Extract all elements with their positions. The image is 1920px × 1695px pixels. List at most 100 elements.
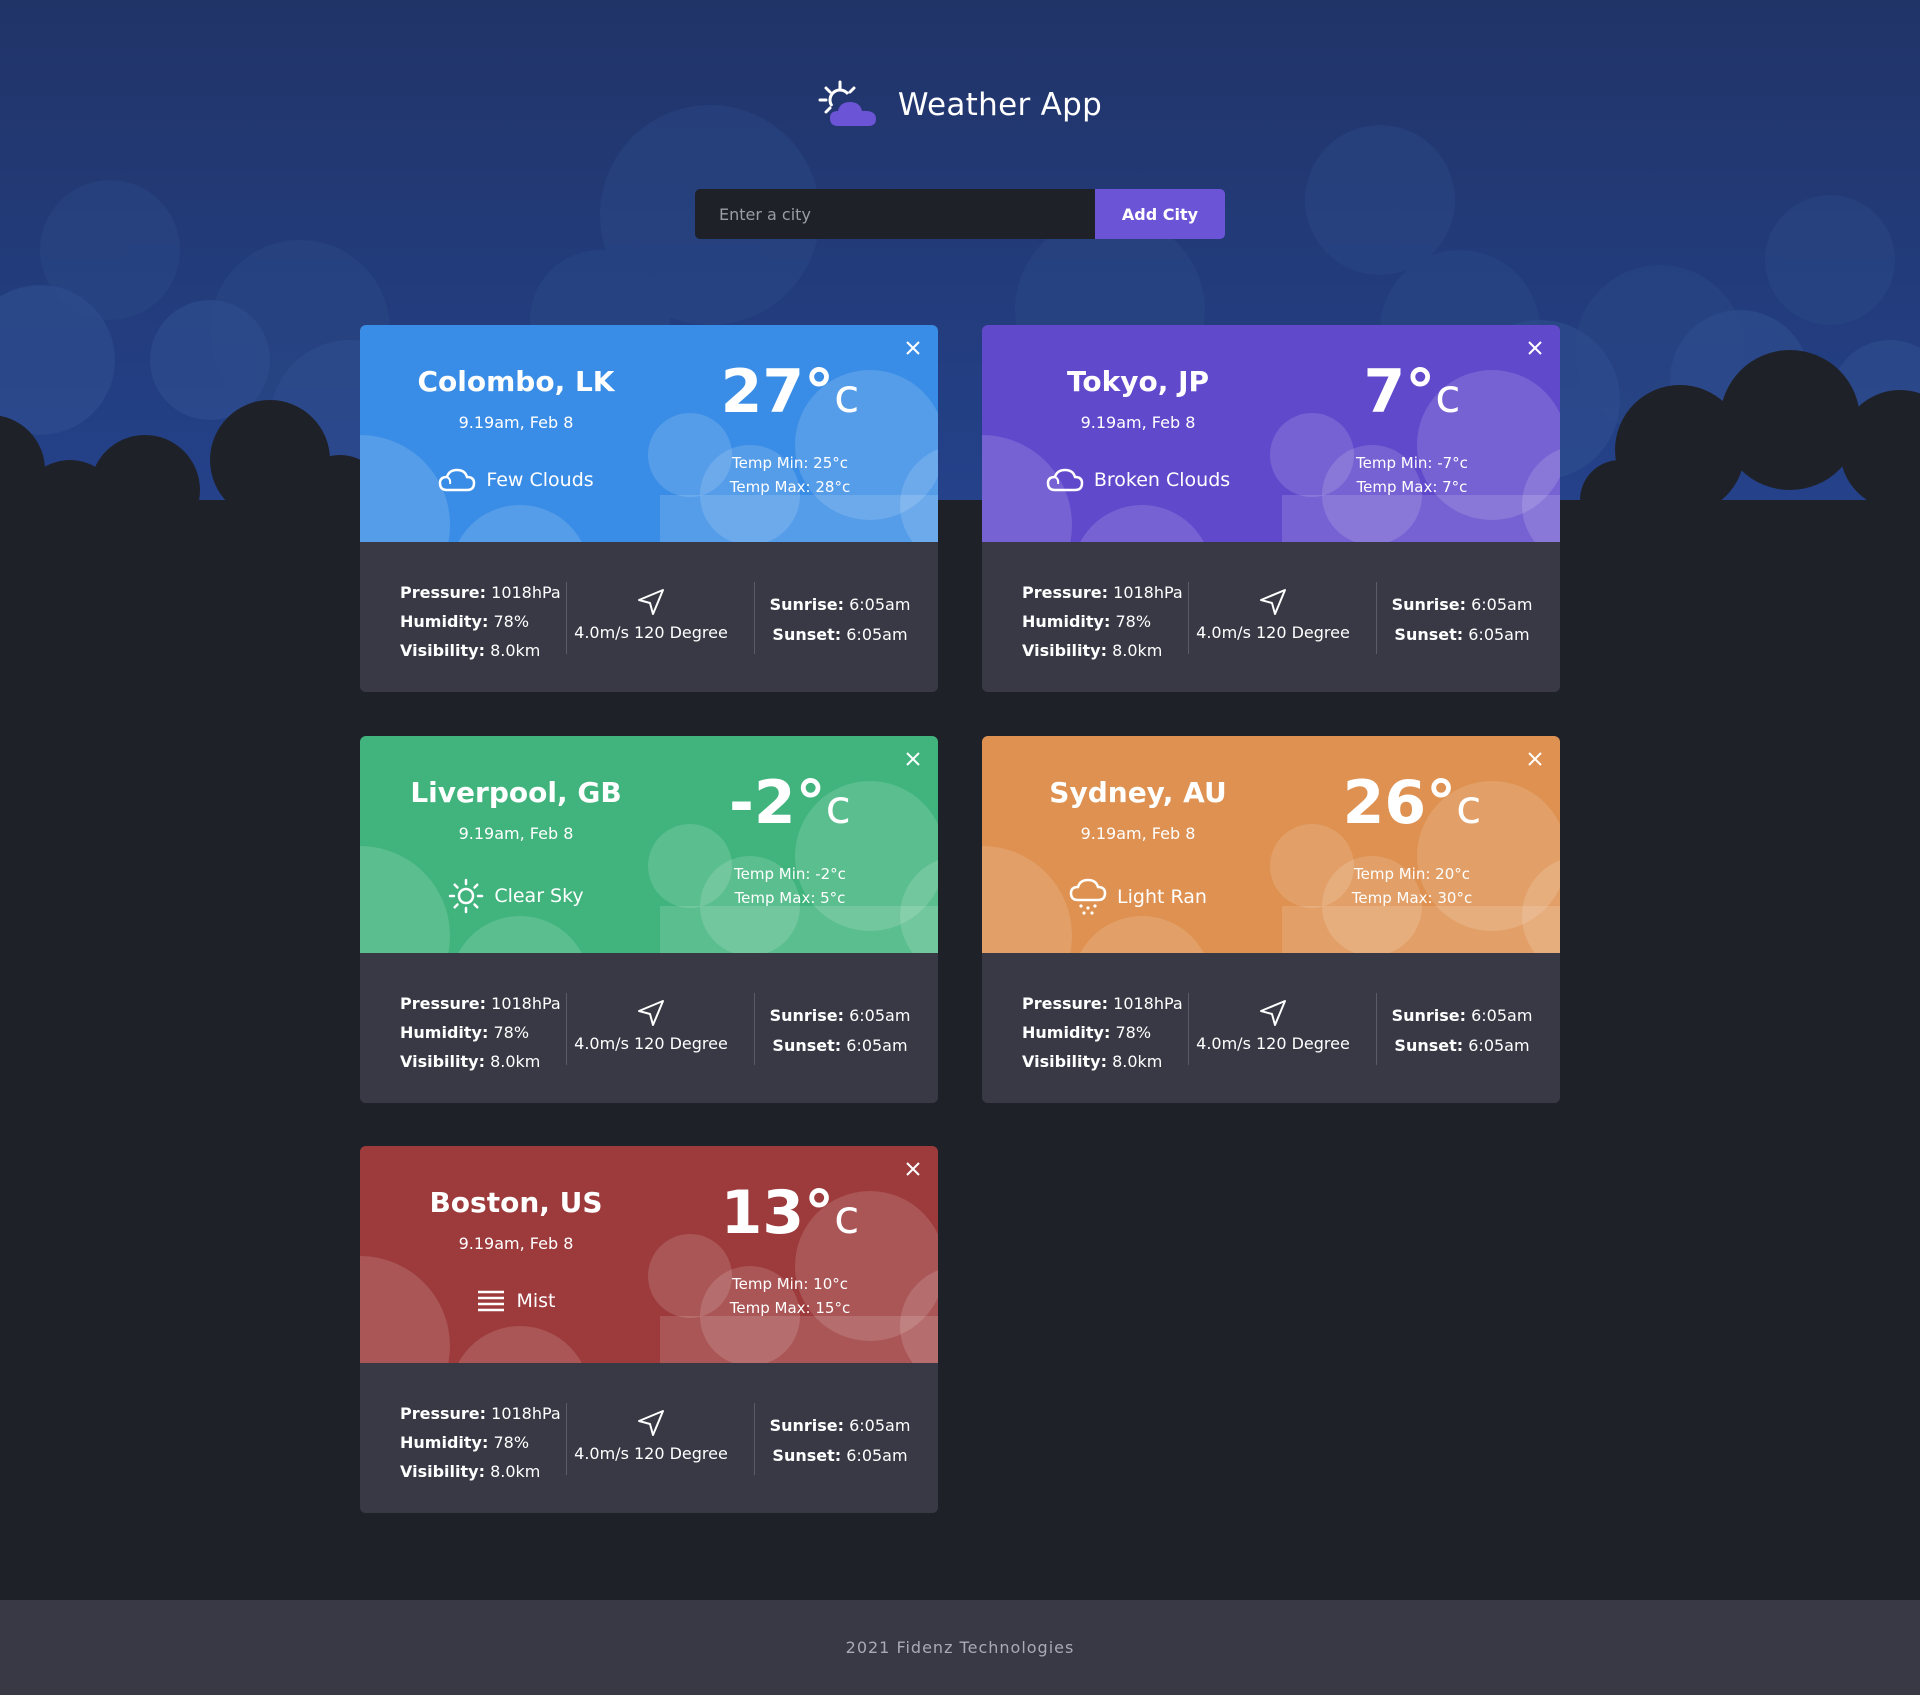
- sun-times: Sunrise: 6:05am Sunset: 6:05am: [1382, 1001, 1542, 1061]
- close-icon[interactable]: [902, 748, 924, 770]
- close-icon[interactable]: [1524, 748, 1546, 770]
- condition-label: Clear Sky: [494, 885, 584, 907]
- app-title: Weather App: [897, 87, 1103, 123]
- temperature-value: -2°: [729, 768, 826, 838]
- temperature-unit: c: [825, 780, 851, 834]
- city-datetime: 9.19am, Feb 8: [1080, 824, 1196, 843]
- city-datetime: 9.19am, Feb 8: [458, 824, 574, 843]
- divider: [754, 582, 755, 654]
- city-weather-card: Liverpool, GB 9.19am, Feb 8 Clear Sky -2…: [360, 736, 938, 1103]
- close-icon[interactable]: [902, 337, 924, 359]
- sunrise: Sunrise: 6:05am: [1391, 595, 1533, 614]
- card-details: Pressure: 1018hPa Humidity: 78% Visibili…: [360, 542, 938, 692]
- city-search-input[interactable]: [695, 189, 1095, 239]
- sun-times: Sunrise: 6:05am Sunset: 6:05am: [1382, 590, 1542, 650]
- humidity: Humidity: 78%: [400, 612, 530, 631]
- card-header: Colombo, LK 9.19am, Feb 8 Few Clouds 27°…: [360, 325, 938, 542]
- current-temperature: 7°c: [1302, 359, 1522, 425]
- city-name: Liverpool, GB: [410, 776, 622, 809]
- city-weather-card: Colombo, LK 9.19am, Feb 8 Few Clouds 27°…: [360, 325, 938, 692]
- sunset: Sunset: 6:05am: [1394, 1036, 1530, 1055]
- city-name: Sydney, AU: [1049, 776, 1227, 809]
- app-header: Weather App: [0, 80, 1920, 130]
- pressure: Pressure: 1018hPa: [1022, 994, 1183, 1013]
- weather-condition: Mist: [360, 1288, 672, 1314]
- humidity: Humidity: 78%: [400, 1023, 530, 1042]
- divider: [754, 993, 755, 1065]
- sunrise: Sunrise: 6:05am: [769, 1416, 911, 1435]
- wind-speed-direction: 4.0m/s 120 Degree: [1196, 1034, 1350, 1053]
- sun-times: Sunrise: 6:05am Sunset: 6:05am: [760, 1001, 920, 1061]
- temperature-range: Temp Min: -2°c Temp Max: 5°c: [680, 862, 900, 910]
- temperature-value: 26°: [1342, 768, 1457, 838]
- navigation-arrow-icon: [1260, 1000, 1286, 1026]
- page: Weather App Add City: [0, 0, 1920, 1695]
- card-header: Sydney, AU 9.19am, Feb 8 Light Ran 26°c …: [982, 736, 1560, 953]
- divider: [1376, 993, 1377, 1065]
- card-details: Pressure: 1018hPa Humidity: 78% Visibili…: [360, 953, 938, 1103]
- card-details: Pressure: 1018hPa Humidity: 78% Visibili…: [982, 542, 1560, 692]
- condition-label: Mist: [516, 1290, 556, 1312]
- cloud-icon: [1046, 467, 1084, 493]
- divider: [754, 1403, 755, 1475]
- sunrise: Sunrise: 6:05am: [769, 1006, 911, 1025]
- cloud-icon: [438, 467, 476, 493]
- sunset: Sunset: 6:05am: [772, 625, 908, 644]
- close-icon[interactable]: [902, 1158, 924, 1180]
- wind-speed-direction: 4.0m/s 120 Degree: [574, 1444, 728, 1463]
- temperature-unit: c: [1435, 369, 1461, 423]
- rain-cloud-icon: [1069, 878, 1107, 916]
- navigation-arrow-icon: [638, 1410, 664, 1436]
- city-name: Colombo, LK: [417, 365, 615, 398]
- visibility: Visibility: 8.0km: [1022, 1052, 1163, 1071]
- wind-speed-direction: 4.0m/s 120 Degree: [574, 1034, 728, 1053]
- sunrise: Sunrise: 6:05am: [1391, 1006, 1533, 1025]
- humidity: Humidity: 78%: [1022, 1023, 1152, 1042]
- current-temperature: 27°c: [680, 359, 900, 425]
- visibility: Visibility: 8.0km: [1022, 641, 1163, 660]
- city-name: Boston, US: [429, 1186, 603, 1219]
- wind-info: 4.0m/s 120 Degree: [566, 587, 736, 642]
- close-icon[interactable]: [1524, 337, 1546, 359]
- temp-min: Temp Min: -2°c: [734, 865, 846, 883]
- card-header: Tokyo, JP 9.19am, Feb 8 Broken Clouds 7°…: [982, 325, 1560, 542]
- wind-info: 4.0m/s 120 Degree: [566, 1408, 736, 1463]
- weather-condition: Few Clouds: [360, 467, 672, 493]
- weather-condition: Light Ran: [982, 878, 1294, 916]
- temperature-range: Temp Min: 10°c Temp Max: 15°c: [680, 1272, 900, 1320]
- temp-min: Temp Min: 20°c: [1353, 865, 1470, 883]
- temperature-value: 7°: [1363, 357, 1436, 427]
- card-cloud-decoration: [360, 1191, 938, 1363]
- footer: 2021 Fidenz Technologies: [0, 1600, 1920, 1695]
- current-temperature: 26°c: [1302, 770, 1522, 836]
- city-datetime: 9.19am, Feb 8: [458, 1234, 574, 1253]
- sunset: Sunset: 6:05am: [1394, 625, 1530, 644]
- condition-label: Few Clouds: [486, 469, 594, 491]
- sun-times: Sunrise: 6:05am Sunset: 6:05am: [760, 590, 920, 650]
- sunrise: Sunrise: 6:05am: [769, 595, 911, 614]
- card-details: Pressure: 1018hPa Humidity: 78% Visibili…: [360, 1363, 938, 1513]
- temperature-value: 27°: [720, 357, 835, 427]
- pressure: Pressure: 1018hPa: [400, 1404, 561, 1423]
- add-city-button[interactable]: Add City: [1095, 189, 1225, 239]
- visibility: Visibility: 8.0km: [400, 1052, 541, 1071]
- sunset: Sunset: 6:05am: [772, 1446, 908, 1465]
- add-city-form: Add City: [695, 189, 1225, 239]
- temperature-value: 13°: [720, 1178, 835, 1248]
- atmosphere-stats: Pressure: 1018hPa Humidity: 78% Visibili…: [1022, 989, 1183, 1076]
- card-cloud-decoration: [360, 370, 938, 542]
- temp-max: Temp Max: 15°c: [729, 1299, 851, 1317]
- weather-condition: Clear Sky: [360, 878, 672, 914]
- temperature-range: Temp Min: 20°c Temp Max: 30°c: [1302, 862, 1522, 910]
- temp-max: Temp Max: 28°c: [729, 478, 851, 496]
- city-datetime: 9.19am, Feb 8: [1080, 413, 1196, 432]
- card-cloud-decoration: [982, 781, 1560, 953]
- footer-text: 2021 Fidenz Technologies: [845, 1638, 1075, 1657]
- wind-info: 4.0m/s 120 Degree: [1188, 587, 1358, 642]
- visibility: Visibility: 8.0km: [400, 1462, 541, 1481]
- mist-icon: [476, 1288, 506, 1314]
- condition-label: Light Ran: [1117, 886, 1207, 908]
- temperature-unit: c: [834, 369, 860, 423]
- city-name: Tokyo, JP: [1066, 365, 1210, 398]
- city-datetime: 9.19am, Feb 8: [458, 413, 574, 432]
